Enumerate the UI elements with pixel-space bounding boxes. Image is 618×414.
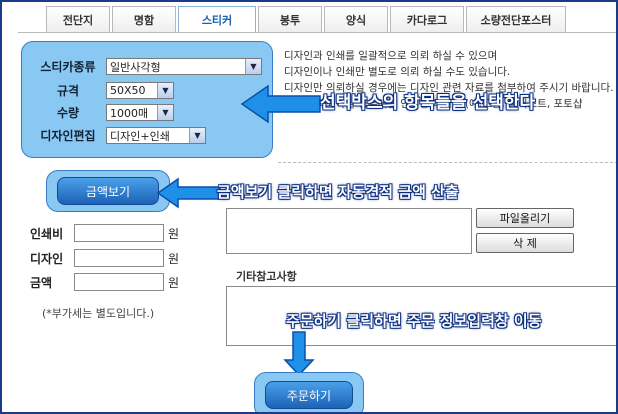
order-button[interactable]: 주문하기 (265, 381, 353, 409)
total-amount-field (74, 273, 164, 291)
total-amount-label: 금액 (30, 275, 53, 290)
sticker-type-value: 일반사각형 (110, 60, 161, 74)
size-label: 규격 (56, 84, 80, 98)
order-form-frame: 전단지 명함 스티커 봉투 양식 카다로그 소량전단포스터 스티카종류 일반사각… (0, 0, 618, 414)
won-unit: 원 (168, 251, 180, 266)
tab-business-card[interactable]: 명함 (112, 6, 176, 32)
print-cost-label: 인쇄비 (30, 226, 64, 241)
tab-small-flyer-poster[interactable]: 소량전단포스터 (466, 6, 566, 32)
quantity-select[interactable]: 1000매 ▼ (106, 104, 174, 121)
vat-note: (*부가세는 별도입니다.) (42, 307, 155, 320)
chevron-down-icon: ▼ (157, 83, 173, 98)
product-tabs: 전단지 명함 스티커 봉투 양식 카다로그 소량전단포스터 (46, 6, 568, 32)
chevron-down-icon: ▼ (157, 105, 173, 120)
delete-file-button[interactable]: 삭 제 (476, 233, 574, 253)
print-cost-field (74, 224, 164, 242)
callout-view-price: 금액보기 클릭하면 자동견적 금액 산출 (217, 183, 459, 201)
design-cost-label: 디자인 (30, 251, 64, 266)
arrow-down-icon (283, 331, 315, 377)
tab-form[interactable]: 양식 (324, 6, 388, 32)
description-line: 디자인과 인쇄를 일괄적으로 의뢰 하실 수 있으며 (284, 50, 498, 62)
tab-envelope[interactable]: 봉투 (258, 6, 322, 32)
callout-order: 주문하기 클릭하면 주문 정보입력창 이동 (286, 312, 542, 330)
tab-sticker[interactable]: 스티커 (178, 6, 256, 32)
size-value: 50X50 (110, 84, 146, 97)
chevron-down-icon: ▼ (189, 128, 205, 143)
design-edit-label: 디자인편집 (40, 129, 96, 143)
callout-select-options: 선택박스의 항목들을 선택한다 (320, 93, 536, 113)
design-edit-value: 디자인+인쇄 (110, 129, 170, 143)
design-cost-field (74, 249, 164, 267)
chevron-down-icon: ▼ (245, 59, 261, 74)
tab-catalog[interactable]: 카다로그 (390, 6, 464, 32)
view-price-button-frame: 금액보기 (46, 170, 170, 212)
quantity-label: 수량 (56, 106, 80, 120)
size-select[interactable]: 50X50 ▼ (106, 82, 174, 99)
won-unit: 원 (168, 226, 180, 241)
sticker-type-select[interactable]: 일반사각형 ▼ (106, 58, 262, 75)
tab-flyer[interactable]: 전단지 (46, 6, 110, 32)
order-button-frame: 주문하기 (254, 372, 364, 412)
description-line: 디자인이나 인쇄만 별도로 의뢰 하실 수도 있습니다. (284, 66, 511, 78)
tab-divider (18, 32, 616, 33)
quantity-value: 1000매 (110, 106, 149, 120)
sticker-type-label: 스티카종류 (40, 60, 96, 74)
section-divider (278, 162, 616, 163)
option-select-panel: 스티카종류 일반사각형 ▼ 규격 50X50 ▼ 수량 1000매 ▼ 디자인편… (21, 41, 273, 158)
view-price-button[interactable]: 금액보기 (57, 177, 159, 205)
arrow-left-icon (240, 84, 321, 124)
upload-file-button[interactable]: 파일올리기 (476, 208, 574, 228)
arrow-left-icon (156, 177, 221, 209)
notes-label: 기타참고사항 (236, 270, 297, 283)
design-edit-select[interactable]: 디자인+인쇄 ▼ (106, 127, 206, 144)
won-unit: 원 (168, 275, 180, 290)
file-list-box[interactable] (226, 208, 472, 254)
